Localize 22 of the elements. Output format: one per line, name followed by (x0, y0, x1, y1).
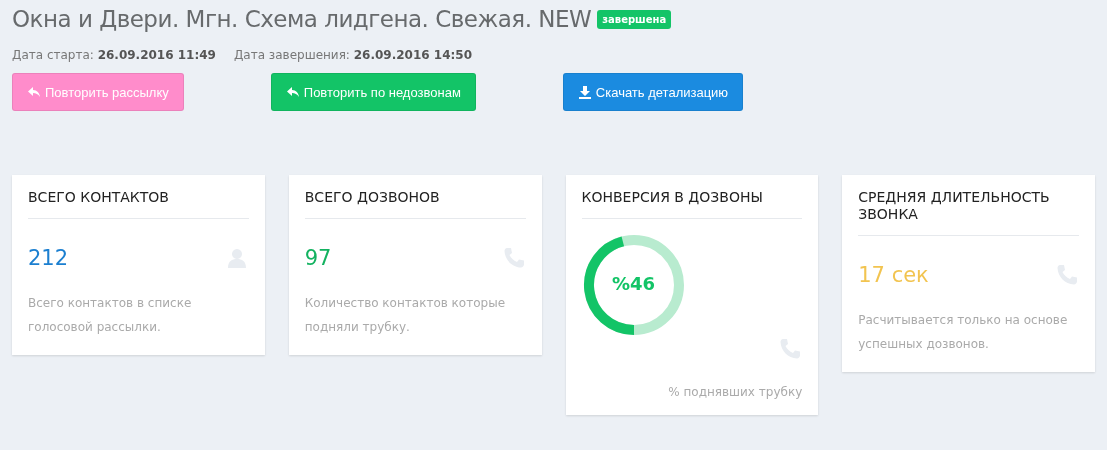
card-title: ВСЕГО ДОЗВОНОВ (304, 189, 526, 219)
action-button[interactable]: Повторить рассылку (12, 73, 184, 111)
action-button[interactable]: Скачать детализацию (562, 73, 744, 111)
card-description: Количество контактов которые подняли трубку. (304, 295, 506, 336)
card-description: Расчитывается только на основе успешных дозвонов. (858, 312, 1069, 353)
download-icon (577, 85, 592, 99)
card-title: ВСЕГО КОНТАКТОВ (28, 189, 249, 219)
page-title: Окна и Двери. Мгн. Схема лидгена. Свежая. NEW (12, 6, 592, 32)
stat-value: 17 сек (858, 263, 929, 287)
action-button[interactable]: Повторить по недозвонам (270, 73, 476, 111)
donut-value: %46 (610, 273, 657, 294)
date-info: Дата старта: 26.09.2016 11:49 (12, 48, 216, 62)
status-badge: завершена (597, 9, 672, 29)
stat-value: 212 (28, 246, 69, 270)
reply-icon (285, 85, 300, 99)
card-title: СРЕДНЯЯ ДЛИТЕЛЬНОСТЬ ЗВОНКА (858, 189, 1079, 236)
card-description: Всего контактов в списке голосовой рассылки. (28, 295, 193, 336)
card-description: % поднявших трубку (667, 385, 803, 399)
reply-icon (27, 85, 41, 99)
date-info: Дата завершения: 26.09.2016 14:50 (233, 48, 473, 62)
stat-value: 97 (304, 246, 332, 270)
card-title: КОНВЕРСИЯ В ДОЗВОНЫ (581, 189, 803, 219)
